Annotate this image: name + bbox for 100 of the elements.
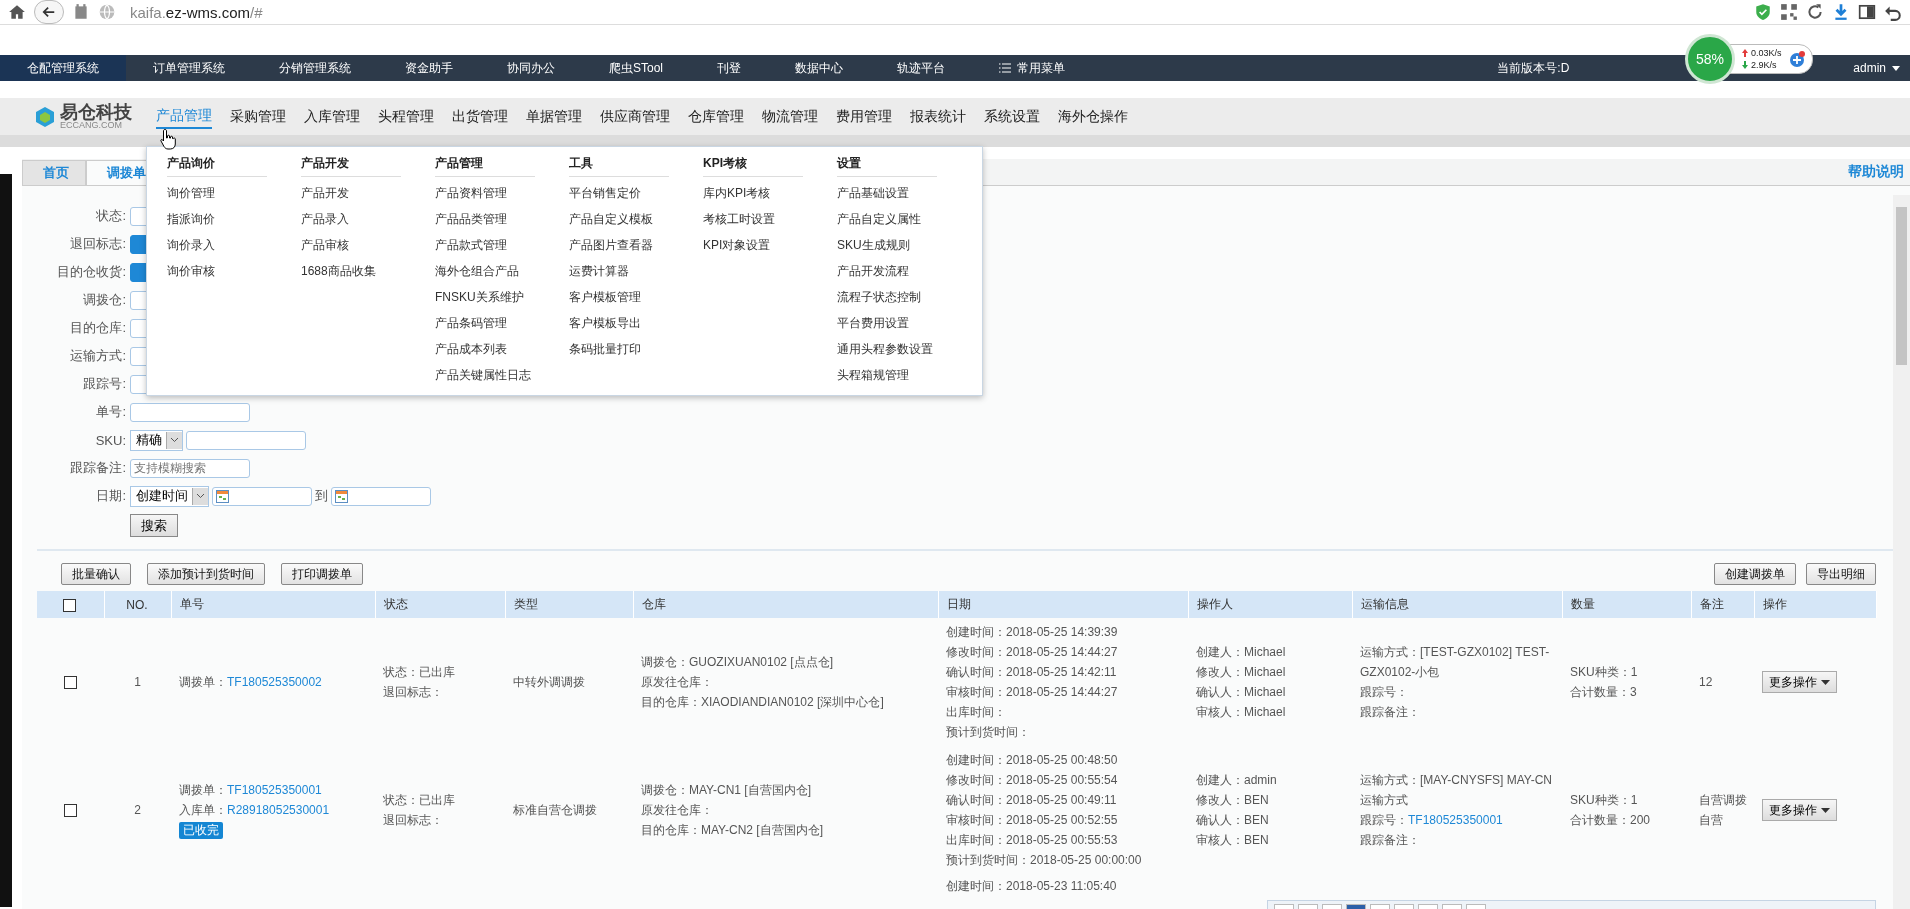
toolbar-button[interactable]: 添加预计到货时间 — [147, 563, 265, 585]
select-dropdown[interactable]: 创建时间 — [130, 485, 209, 507]
menu-link[interactable]: 平台费用设置 — [837, 315, 971, 341]
main-menu-item[interactable]: 单据管理 — [526, 105, 582, 128]
text-field[interactable] — [186, 430, 306, 450]
menu-link[interactable]: 询价管理 — [167, 185, 301, 211]
main-menu-item[interactable]: 采购管理 — [230, 105, 286, 128]
column-header: 操作 — [1762, 597, 1787, 611]
menu-link[interactable]: 产品成本列表 — [435, 341, 569, 367]
menu-link[interactable]: 流程子状态控制 — [837, 289, 971, 315]
menu-link[interactable]: KPI对象设置 — [703, 237, 837, 263]
more-actions-button[interactable]: 更多操作 — [1762, 671, 1837, 693]
order-link[interactable]: TF180525350001 — [227, 783, 322, 797]
menu-link[interactable]: 询价录入 — [167, 237, 301, 263]
top-nav-item[interactable]: 轨迹平台 — [870, 55, 973, 81]
top-nav-item[interactable]: 爬虫STool — [582, 55, 691, 81]
toolbar-button[interactable]: 导出明细 — [1806, 563, 1876, 585]
menu-link[interactable]: 产品录入 — [301, 211, 435, 237]
filter-label: 退回标志: — [69, 235, 127, 253]
menu-link[interactable]: 客户模板导出 — [569, 315, 703, 341]
tracking-link[interactable]: TF180525350001 — [1408, 813, 1503, 827]
date-text: 预计到货时间： — [946, 724, 1031, 741]
menu-link[interactable]: 库内KPI考核 — [703, 185, 837, 211]
shield-icon[interactable] — [1754, 3, 1772, 21]
chevron-down-icon — [170, 437, 179, 443]
top-nav-item[interactable]: 常用菜单 — [972, 55, 1093, 81]
back-button[interactable] — [34, 0, 64, 24]
menu-heading: 产品开发 — [301, 155, 401, 177]
menu-link[interactable]: 产品自定义模板 — [569, 211, 703, 237]
toolbar-button[interactable]: 打印调拨单 — [281, 563, 363, 585]
select-dropdown[interactable]: 精确 — [130, 429, 183, 451]
main-menu-item[interactable]: 入库管理 — [304, 105, 360, 128]
menu-link[interactable]: 通用头程参数设置 — [837, 341, 971, 367]
main-menu-item[interactable]: 费用管理 — [836, 105, 892, 128]
home-icon[interactable] — [8, 3, 26, 21]
menu-link[interactable]: 产品审核 — [301, 237, 435, 263]
warehouse-text: 目的仓库：MAY-CN2 [自营国内仓] — [641, 822, 824, 839]
menu-link[interactable]: 产品基础设置 — [837, 185, 971, 211]
text-field[interactable]: 支持模糊搜索 — [130, 458, 250, 478]
main-menu-item[interactable]: 供应商管理 — [600, 105, 670, 128]
menu-link[interactable]: 产品开发 — [301, 185, 435, 211]
plus-icon[interactable] — [1787, 50, 1806, 68]
order-link[interactable]: TF180525350002 — [227, 675, 322, 689]
menu-link[interactable]: 产品开发流程 — [837, 263, 971, 289]
scrollbar[interactable] — [1893, 195, 1910, 909]
top-nav-item[interactable]: 资金助手 — [378, 55, 480, 81]
menu-heading: 产品管理 — [435, 155, 535, 177]
user-menu[interactable]: admin — [1853, 61, 1900, 75]
menu-link[interactable]: 产品资料管理 — [435, 185, 569, 211]
menu-link[interactable]: 考核工时设置 — [703, 211, 837, 237]
menu-link[interactable]: 产品自定义属性 — [837, 211, 971, 237]
menu-link[interactable]: FNSKU关系维护 — [435, 289, 569, 315]
window-icon[interactable] — [1858, 3, 1876, 21]
date-field[interactable] — [212, 486, 312, 506]
date-field[interactable] — [331, 486, 431, 506]
menu-link[interactable]: 海外仓组合产品 — [435, 263, 569, 289]
page-icon[interactable] — [72, 3, 90, 21]
top-nav-item[interactable]: 分销管理系统 — [252, 55, 378, 81]
main-menu-item[interactable]: 报表统计 — [910, 105, 966, 128]
menu-link[interactable]: 客户模板管理 — [569, 289, 703, 315]
checkbox[interactable] — [64, 676, 77, 690]
qr-code-icon[interactable] — [1780, 3, 1798, 21]
main-menu-item[interactable]: 头程管理 — [378, 105, 434, 128]
menu-link[interactable]: 产品款式管理 — [435, 237, 569, 263]
more-actions-button[interactable]: 更多操作 — [1762, 799, 1837, 821]
download-icon[interactable] — [1832, 3, 1850, 21]
menu-link[interactable]: 平台销售定价 — [569, 185, 703, 211]
warehouse-text: 目的仓库：XIAODIANDIAN0102 [深圳中心仓] — [641, 694, 885, 711]
checkbox[interactable] — [63, 598, 77, 612]
menu-link[interactable]: 1688商品收集 — [301, 263, 435, 289]
menu-link[interactable]: 产品条码管理 — [435, 315, 569, 341]
toolbar-button[interactable]: 批量确认 — [61, 563, 131, 585]
order-link[interactable]: R28918052530001 — [227, 803, 330, 817]
top-nav-item[interactable]: 协同办公 — [480, 55, 582, 81]
filter-label: 单号: — [95, 403, 127, 421]
menu-link[interactable]: 产品关键属性日志 — [435, 367, 569, 393]
menu-link[interactable]: 条码批量打印 — [569, 341, 703, 367]
top-nav-item[interactable]: 仓配管理系统 — [0, 55, 126, 81]
main-menu-item[interactable]: 物流管理 — [762, 105, 818, 128]
address-bar[interactable]: kaifa.ez-wms.com/# — [130, 3, 263, 21]
warehouse-text: 原发往仓库： — [641, 674, 714, 691]
main-menu-item[interactable]: 系统设置 — [984, 105, 1040, 128]
top-nav-item[interactable]: 数据中心 — [768, 55, 871, 81]
menu-link[interactable]: 询价审核 — [167, 263, 301, 289]
main-menu-item[interactable]: 出货管理 — [452, 105, 508, 128]
toolbar-button[interactable]: 创建调拨单 — [1714, 563, 1796, 585]
text-field[interactable] — [130, 402, 250, 422]
menu-link[interactable]: 产品图片查看器 — [569, 237, 703, 263]
search-button[interactable]: 搜索 — [130, 514, 178, 537]
menu-link[interactable]: 头程箱规管理 — [837, 367, 971, 393]
menu-link[interactable]: SKU生成规则 — [837, 237, 971, 263]
menu-link[interactable]: 指派询价 — [167, 211, 301, 237]
top-nav-item[interactable]: 订单管理系统 — [126, 55, 252, 81]
top-nav-item[interactable]: 刊登 — [690, 55, 769, 81]
menu-link[interactable]: 产品品类管理 — [435, 211, 569, 237]
checkbox[interactable] — [64, 804, 77, 818]
menu-link[interactable]: 运费计算器 — [569, 263, 703, 289]
main-menu-item[interactable]: 海外仓操作 — [1058, 105, 1128, 128]
refresh-icon[interactable] — [1806, 3, 1824, 21]
main-menu-item[interactable]: 仓库管理 — [688, 105, 744, 128]
